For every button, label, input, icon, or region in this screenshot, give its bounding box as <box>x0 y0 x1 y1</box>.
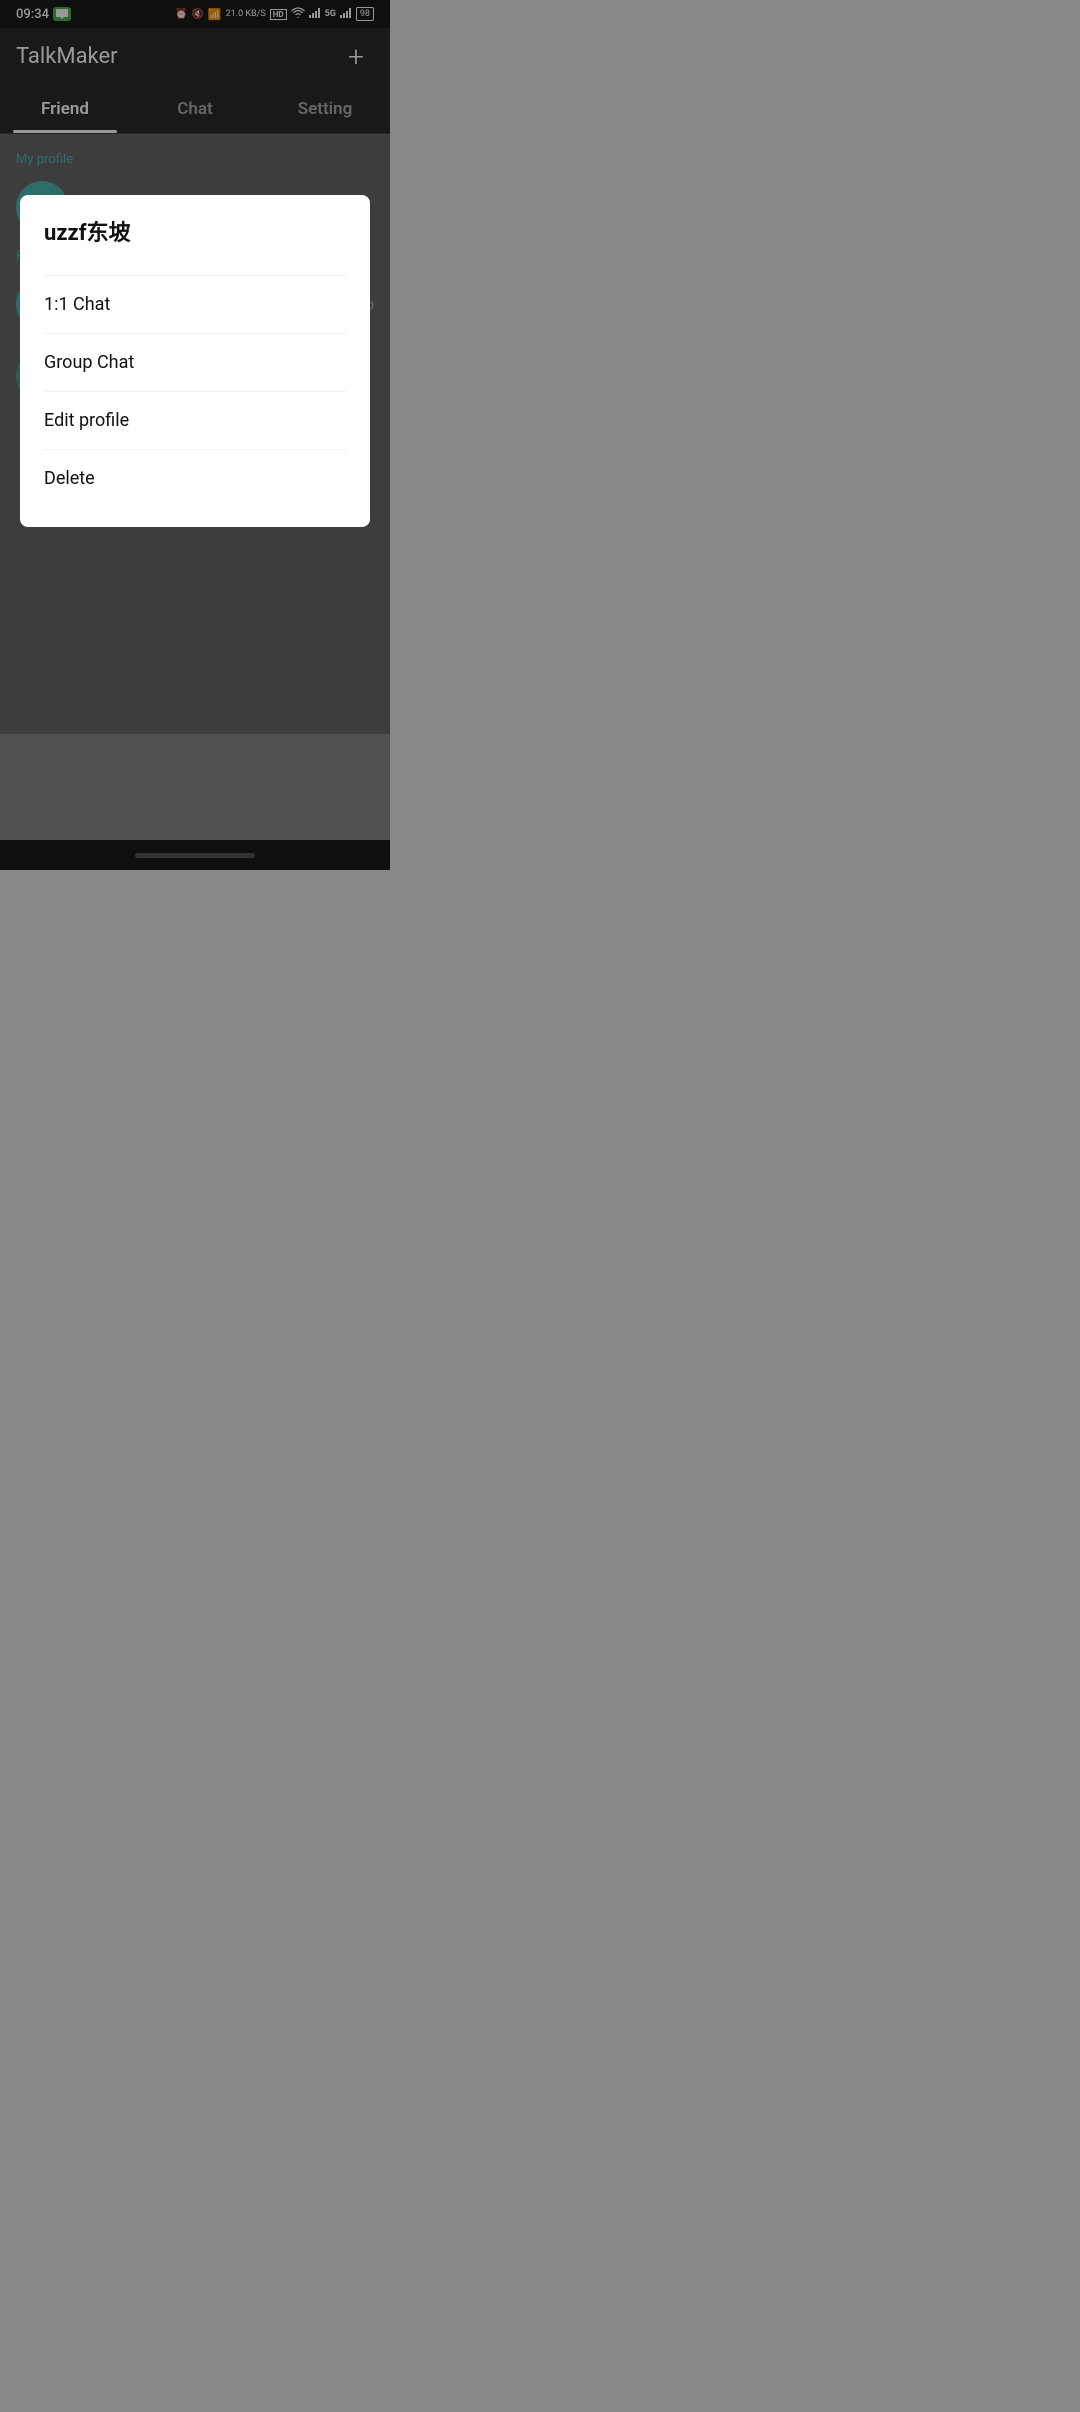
context-menu-dialog: uzzf东坡 1:1 Chat Group Chat Edit profile … <box>20 195 370 527</box>
context-menu-item-edit-profile[interactable]: Edit profile <box>44 391 346 449</box>
context-menu-item-delete[interactable]: Delete <box>44 449 346 507</box>
context-menu-item-1-1-chat[interactable]: 1:1 Chat <box>44 275 346 333</box>
context-menu-title: uzzf东坡 <box>44 215 346 257</box>
context-menu-item-group-chat[interactable]: Group Chat <box>44 333 346 391</box>
